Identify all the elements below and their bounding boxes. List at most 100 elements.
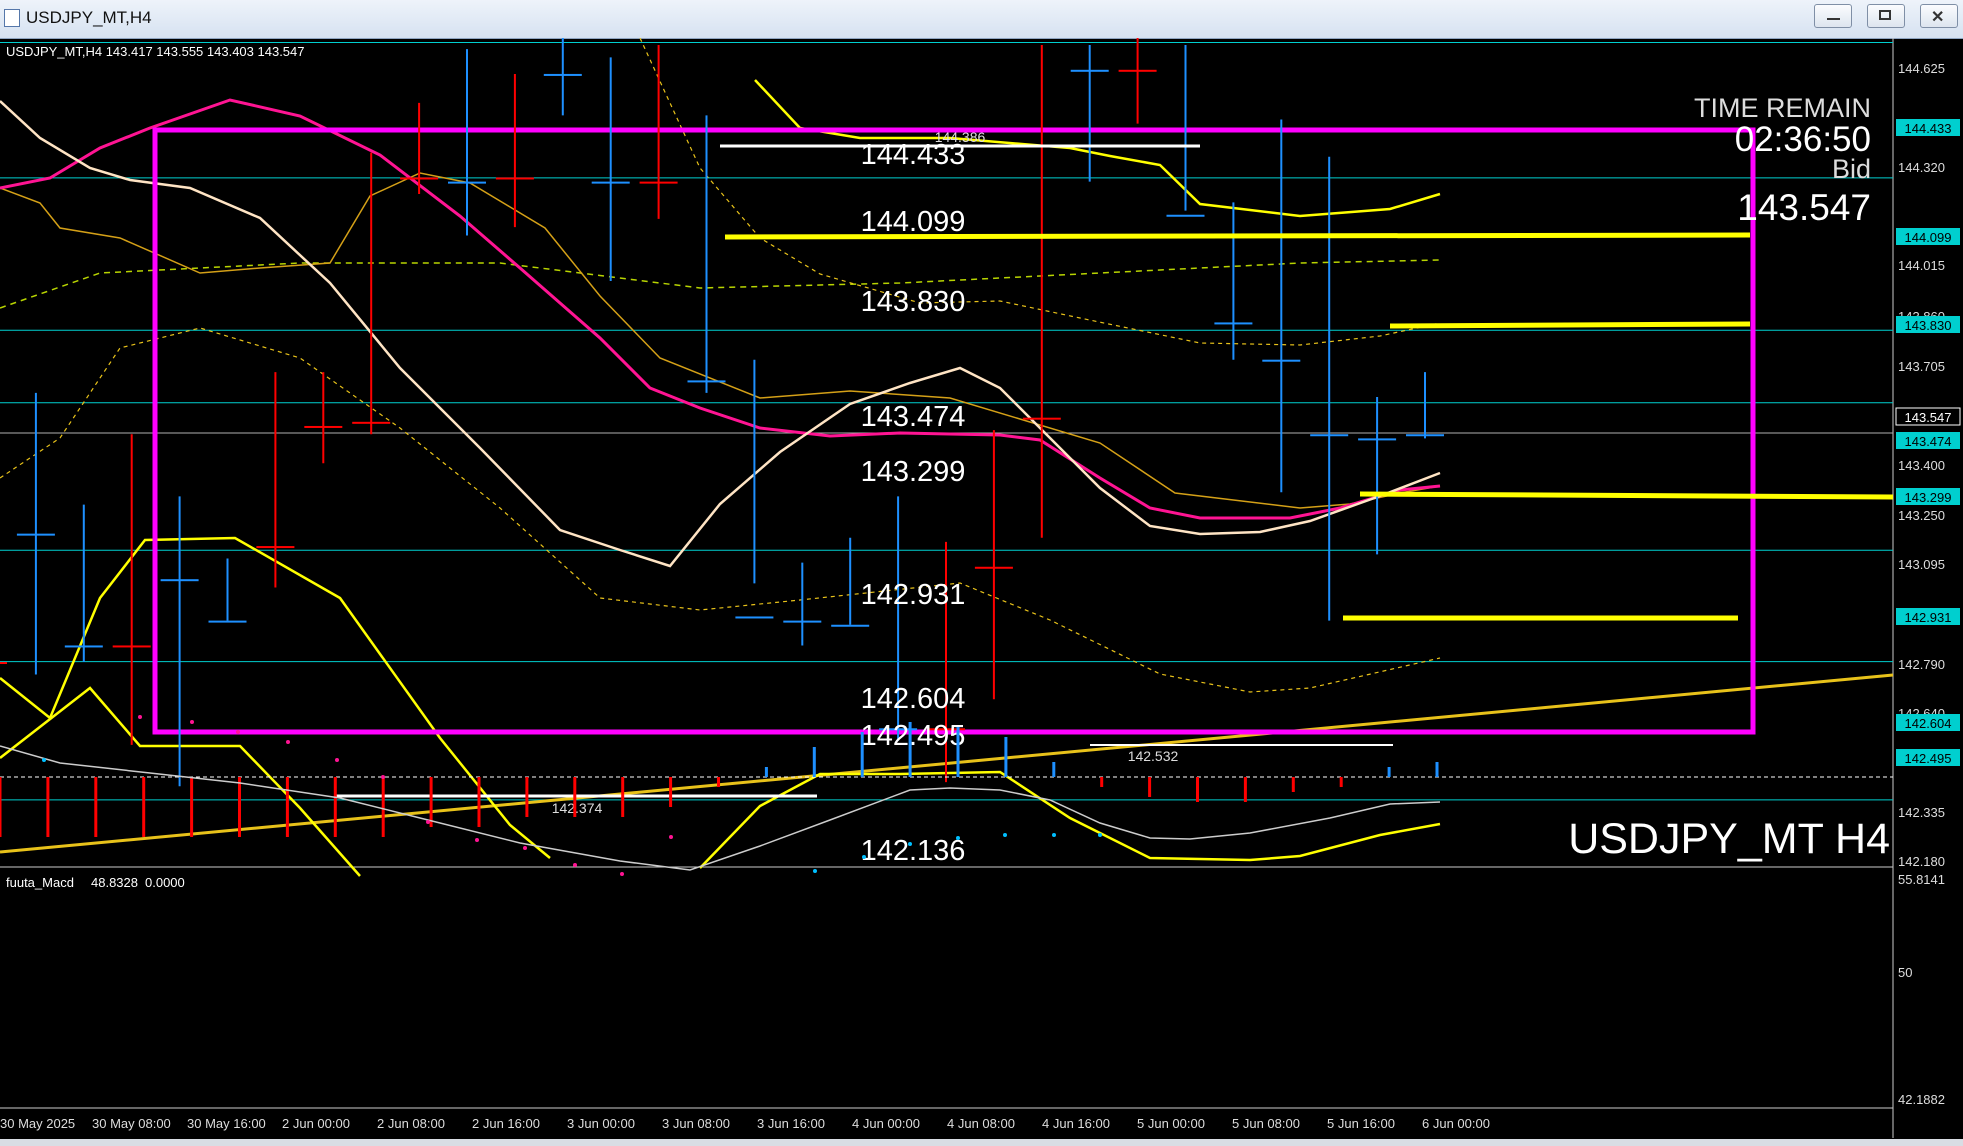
support-line [1359,491,1894,500]
candle-body [208,620,247,623]
middle-band [0,259,1441,309]
indicator-dot [335,758,339,762]
candle-body [64,645,103,648]
candle-body [0,662,7,665]
price-marker-text: 142.495 [1905,751,1952,766]
candle-body [831,624,870,627]
level-label: 142.604 [861,683,966,715]
indicator-dot [236,730,240,734]
price-tick: 142.335 [1898,805,1945,820]
price-tick: 143.705 [1898,359,1945,374]
indicator-dot [42,758,46,762]
candle-body [783,620,822,623]
upper-band [754,79,1441,218]
candle-body [400,177,439,180]
indicator-dot [1098,833,1102,837]
indicator-axis-min: 42.1882 [1898,1092,1945,1107]
minimize-button[interactable] [1814,4,1852,28]
price-tick: 144.015 [1898,258,1945,273]
candle-body [495,177,534,180]
level-label: 142.495 [861,720,966,752]
ma-slow [0,172,1441,509]
level-label: 144.433 [861,139,966,171]
indicator-value: 48.8328 [91,875,138,890]
window-titlebar: USDJPY_MT,H4 ✕ [0,0,1963,39]
candle-body [16,533,55,536]
candle-body [448,181,486,184]
indicator-dot [286,740,290,744]
window-border [0,1139,1963,1146]
price-marker-text: 143.474 [1905,434,1952,449]
candle-body [1262,359,1301,362]
candle-body [687,380,726,383]
price-tick: 143.250 [1898,508,1945,523]
time-tick: 4 Jun 16:00 [1042,1116,1110,1131]
low-label-1: 142.532 [1128,748,1179,764]
lower-band [699,770,1441,869]
macd-signal-line [0,745,1441,871]
level-label: 142.136 [861,835,966,867]
indicator-dot [475,838,479,842]
price-tick: 144.625 [1898,61,1945,76]
ma-mid [0,98,1441,520]
price-chart[interactable]: 144.386142.532142.374144.433144.099143.8… [0,38,1963,1139]
close-button[interactable]: ✕ [1920,4,1958,28]
candle-body [304,425,343,428]
indicator-dot [381,775,385,779]
indicator-dot [1003,833,1007,837]
price-marker-text: 142.604 [1905,716,1952,731]
indicator-dot [669,835,673,839]
maximize-button[interactable] [1867,4,1905,28]
level-label: 142.931 [861,579,966,611]
indicator-dot [190,720,194,724]
indicator-dot [426,820,430,824]
indicator-dot [956,836,960,840]
bid-label: Bid [1832,154,1871,184]
candle-body [1310,434,1349,437]
price-tick: 142.180 [1898,854,1945,869]
candle-body [1406,434,1444,437]
time-tick: 2 Jun 16:00 [472,1116,540,1131]
time-tick: 3 Jun 08:00 [662,1116,730,1131]
time-tick: 3 Jun 16:00 [757,1116,825,1131]
time-tick: 30 May 16:00 [187,1116,266,1131]
candle-body [256,546,295,549]
time-tick: 4 Jun 08:00 [947,1116,1015,1131]
indicator-name: fuuta_Macd [6,875,74,890]
price-marker-text: 143.830 [1905,318,1952,333]
time-tick: 4 Jun 00:00 [852,1116,920,1131]
low-label-2: 142.374 [552,800,603,816]
candle-body [160,579,199,582]
indicator-dot [138,715,142,719]
resistance-line-2 [1389,321,1751,329]
price-marker-text: 142.931 [1905,610,1952,625]
time-tick: 30 May 08:00 [92,1116,171,1131]
price-marker-text: 144.099 [1905,230,1952,245]
candle-body [352,421,391,424]
indicator-value-2: 0.0000 [145,875,185,890]
candle-body [639,181,678,184]
ma-fast [0,100,1441,568]
candle-body [1214,322,1253,325]
price-marker-text: 143.299 [1905,490,1952,505]
level-label: 143.299 [861,456,966,488]
candle-body [1070,69,1109,72]
bid-value: 143.547 [1737,187,1871,228]
indicator-axis-max: 55.8141 [1898,872,1945,887]
indicator-dot [1052,833,1056,837]
indicator-dot [813,869,817,873]
time-tick: 30 May 2025 [0,1116,75,1131]
candle-body [974,566,1013,569]
candle-body [1022,417,1061,420]
indicator-dot [523,846,527,850]
chart-window-icon [4,9,20,27]
indicator-dot [573,863,577,867]
level-label: 143.474 [861,401,966,433]
candle-body [735,616,774,619]
symbol-watermark: USDJPY_MT H4 [1568,815,1890,863]
price-tick: 143.095 [1898,557,1945,572]
price-marker-text: 144.433 [1905,121,1952,136]
time-tick: 2 Jun 00:00 [282,1116,350,1131]
indicator-dot [908,842,912,846]
price-marker-text: 143.547 [1905,410,1952,425]
